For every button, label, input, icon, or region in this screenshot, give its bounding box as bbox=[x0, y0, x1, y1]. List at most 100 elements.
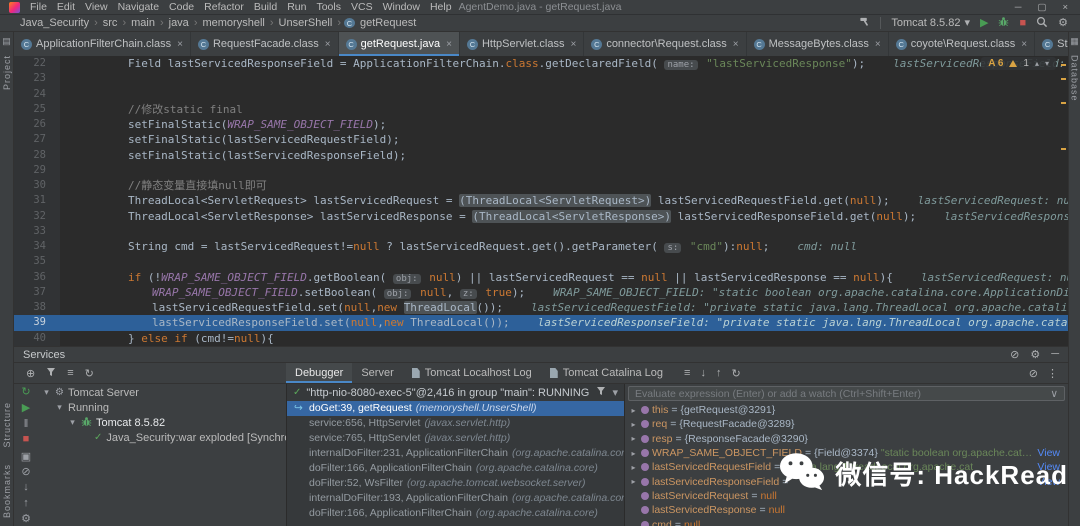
frame-row[interactable]: internalDoFilter:231, ApplicationFilterC… bbox=[287, 446, 624, 461]
inspections-widget[interactable]: A 6 1 ▴ ▾ bbox=[981, 57, 1056, 70]
breadcrumb-item[interactable]: src bbox=[101, 17, 120, 29]
tree-item[interactable]: ▾ ⚙ Tomcat Server bbox=[38, 385, 286, 400]
soft-wrap-icon[interactable]: ≡ bbox=[684, 367, 690, 379]
database-stripe-icon[interactable]: ▦ bbox=[1070, 36, 1079, 47]
expand-chevron-icon[interactable]: ▸ bbox=[629, 406, 638, 415]
breadcrumb-item[interactable]: memoryshell bbox=[200, 17, 266, 29]
close-icon[interactable]: × bbox=[1021, 39, 1027, 50]
close-button[interactable]: × bbox=[1062, 2, 1068, 13]
line-number[interactable]: 35 bbox=[14, 254, 60, 270]
code-line[interactable]: 32 ThreadLocal<ServletResponse> lastServi… bbox=[14, 208, 1068, 224]
tool-window-project[interactable]: Project bbox=[2, 55, 12, 90]
line-number[interactable]: 40 bbox=[14, 330, 60, 346]
code-line[interactable]: 28 setFinalStatic(lastServicedResponseFie… bbox=[14, 147, 1068, 163]
code-line[interactable]: 23 bbox=[14, 71, 1068, 87]
menu-item-code[interactable]: Code bbox=[164, 1, 199, 13]
line-number[interactable]: 22 bbox=[14, 56, 60, 72]
step-over-icon[interactable]: ↓ bbox=[23, 481, 29, 495]
stop-button[interactable]: ■ bbox=[1019, 17, 1026, 29]
menu-item-file[interactable]: File bbox=[25, 1, 52, 13]
breadcrumb-item[interactable]: UnserShell bbox=[277, 17, 335, 29]
frame-row[interactable]: service:765, HttpServlet (javax.servlet.h… bbox=[287, 431, 624, 446]
code-line[interactable]: 34 String cmd = lastServicedRequest!=null… bbox=[14, 239, 1068, 255]
menu-item-help[interactable]: Help bbox=[425, 1, 457, 13]
close-icon[interactable]: × bbox=[875, 39, 881, 50]
services-tab[interactable]: Debugger bbox=[286, 363, 353, 383]
code-line[interactable]: 31 ThreadLocal<ServletRequest> lastServic… bbox=[14, 193, 1068, 209]
close-icon[interactable]: × bbox=[177, 39, 183, 50]
maximize-button[interactable]: ▢ bbox=[1037, 2, 1046, 13]
editor-tab[interactable]: Cconnector\Request.class × bbox=[584, 32, 747, 56]
line-number[interactable]: 38 bbox=[14, 300, 60, 316]
variable-row[interactable]: ▸ req = {RequestFacade@3289} bbox=[625, 417, 1068, 431]
run-configuration-select[interactable]: Tomcat 8.5.82 ▾ bbox=[891, 17, 970, 29]
code-line[interactable]: 36 if (!WRAP_SAME_OBJECT_FIELD.getBoolean… bbox=[14, 269, 1068, 285]
editor-tab[interactable]: Ccoyote\Request.class × bbox=[889, 32, 1036, 56]
pause-button[interactable]: ‖ bbox=[24, 418, 29, 432]
editor-tab[interactable]: C HttpServlet.class × bbox=[460, 32, 585, 56]
code-line[interactable]: 27 setFinalStatic(lastServicedRequestFiel… bbox=[14, 132, 1068, 148]
view-options-icon[interactable]: ≡ bbox=[67, 367, 73, 379]
expand-icon[interactable]: ∨ bbox=[1050, 388, 1058, 400]
minimize-button[interactable]: ─ bbox=[1015, 2, 1022, 13]
line-number[interactable]: 34 bbox=[14, 239, 60, 255]
variable-row[interactable]: cmd = null bbox=[625, 517, 1068, 526]
mute-breakpoints-icon[interactable]: ⊘ bbox=[1029, 367, 1038, 380]
more-options-icon[interactable]: ⋮ bbox=[1047, 367, 1058, 380]
code-line[interactable]: 30 //静态变量直接填null即可 bbox=[14, 178, 1068, 194]
expand-chevron-icon[interactable]: ▸ bbox=[629, 449, 638, 458]
hide-panel-icon[interactable]: ⊘ bbox=[1010, 348, 1019, 361]
code-line[interactable]: 22 Field lastServicedResponseField = Appl… bbox=[14, 56, 1068, 72]
line-number[interactable]: 28 bbox=[14, 147, 60, 163]
tool-window-structure[interactable]: Structure bbox=[2, 402, 12, 448]
code-line[interactable]: 26 setFinalStatic(WRAP_SAME_OBJECT_FIELD)… bbox=[14, 117, 1068, 133]
menu-item-navigate[interactable]: Navigate bbox=[113, 1, 164, 13]
refresh-icon[interactable]: ↻ bbox=[85, 367, 94, 380]
panel-settings-icon[interactable]: ⚙ bbox=[1030, 348, 1040, 361]
code-editor[interactable]: 22 Field lastServicedResponseField = Appl… bbox=[14, 56, 1068, 346]
next-issue-icon[interactable]: ▾ bbox=[1045, 59, 1049, 68]
caret-icon[interactable]: ▾ bbox=[68, 417, 77, 428]
code-line[interactable]: 33 bbox=[14, 223, 1068, 239]
prev-issue-icon[interactable]: ▴ bbox=[1035, 59, 1039, 68]
line-number[interactable]: 39 bbox=[14, 315, 60, 330]
code-line[interactable]: 40} else if (cmd!=null){ bbox=[14, 330, 1068, 346]
code-line[interactable]: 37 WRAP_SAME_OBJECT_FIELD.setBoolean( obj… bbox=[14, 284, 1068, 300]
caret-icon[interactable] bbox=[81, 433, 90, 443]
line-number[interactable]: 32 bbox=[14, 208, 60, 224]
editor-tab[interactable]: CgetRequest.java × bbox=[338, 32, 460, 56]
stop-process-button[interactable]: ■ bbox=[23, 434, 30, 448]
tree-item[interactable]: ▾ Tomcat 8.5.82 bbox=[38, 415, 286, 430]
scroll-down-icon[interactable]: ↓ bbox=[700, 367, 706, 379]
line-number[interactable]: 36 bbox=[14, 269, 60, 285]
line-number[interactable]: 23 bbox=[14, 71, 60, 87]
breadcrumb-item[interactable]: Java_Security bbox=[18, 17, 91, 29]
filter-icon[interactable] bbox=[46, 367, 56, 380]
frame-row[interactable]: ↪ doGet:39, getRequest (memoryshell.UnserS… bbox=[287, 401, 624, 416]
tool-window-bookmarks[interactable]: Bookmarks bbox=[2, 464, 12, 518]
frame-row[interactable]: service:656, HttpServlet (javax.servlet.h… bbox=[287, 416, 624, 431]
line-number[interactable]: 37 bbox=[14, 284, 60, 300]
services-tab[interactable]: Tomcat Catalina Log bbox=[541, 363, 672, 383]
close-icon[interactable]: × bbox=[446, 39, 452, 50]
variable-row[interactable]: ▸ resp = {ResponseFacade@3290} bbox=[625, 432, 1068, 446]
code-line[interactable]: 29 bbox=[14, 162, 1068, 178]
menu-item-run[interactable]: Run bbox=[282, 1, 311, 13]
menu-item-window[interactable]: Window bbox=[378, 1, 425, 13]
close-icon[interactable]: × bbox=[733, 39, 739, 50]
expand-chevron-icon[interactable]: ▸ bbox=[629, 463, 638, 472]
run-button[interactable]: ▶ bbox=[980, 17, 988, 29]
build-icon[interactable] bbox=[859, 16, 870, 30]
variable-row[interactable]: ▸ this = {getRequest@3291} bbox=[625, 403, 1068, 417]
caret-icon[interactable]: ▾ bbox=[42, 387, 51, 398]
code-line[interactable]: 35 bbox=[14, 254, 1068, 270]
editor-tab[interactable]: C MessageBytes.class × bbox=[747, 32, 889, 56]
code-line[interactable]: 38 lastServicedRequestField.set(null,new … bbox=[14, 300, 1068, 316]
menu-item-tools[interactable]: Tools bbox=[311, 1, 346, 13]
editor-tab[interactable]: C RequestFacade.class × bbox=[191, 32, 339, 56]
menu-item-refactor[interactable]: Refactor bbox=[199, 1, 249, 13]
services-tab[interactable]: Tomcat Localhost Log bbox=[403, 363, 541, 383]
chevron-down-icon[interactable]: ▾ bbox=[612, 386, 618, 399]
line-number[interactable]: 26 bbox=[14, 117, 60, 133]
debug-settings-icon[interactable]: ⚙ bbox=[21, 512, 31, 526]
